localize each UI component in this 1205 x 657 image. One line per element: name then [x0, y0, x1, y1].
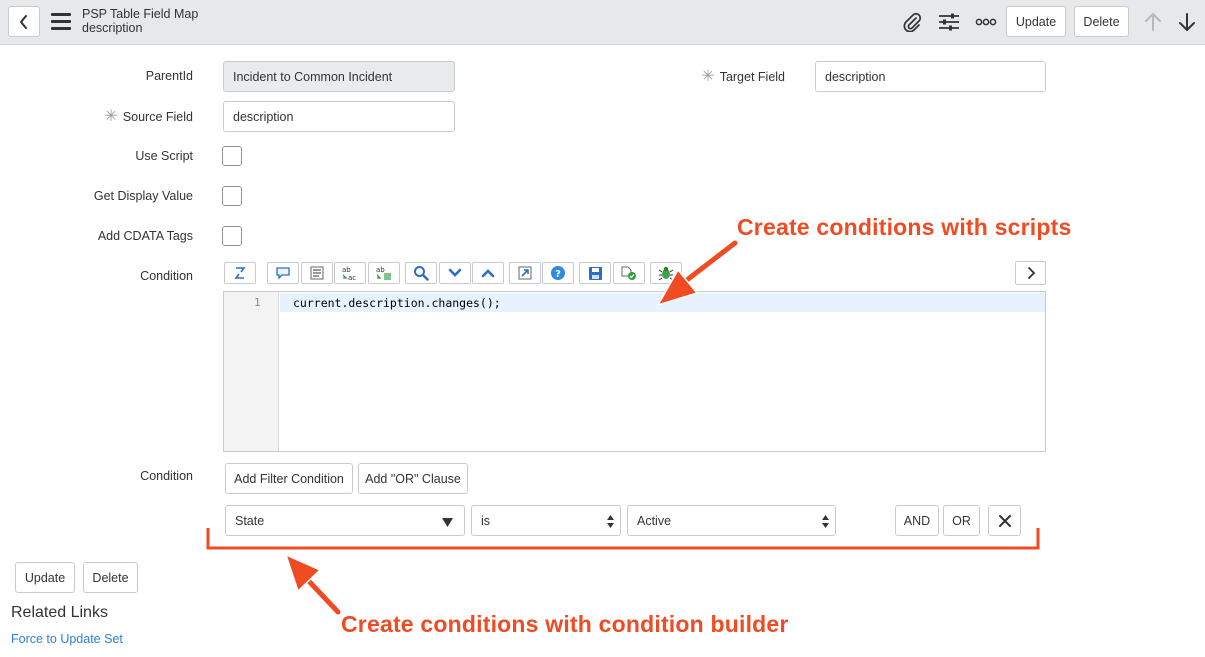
search-icon: [414, 266, 429, 281]
close-icon: [998, 514, 1011, 527]
add-filter-condition-button[interactable]: Add Filter Condition: [225, 463, 353, 494]
add-cdata-tags-checkbox[interactable]: [222, 226, 242, 246]
format-lines-icon: [310, 266, 324, 280]
chevron-down-icon: [448, 268, 462, 277]
fullscreen-button[interactable]: [509, 262, 541, 284]
comment-icon: [276, 267, 290, 280]
syntax-toggle-icon: [234, 267, 246, 279]
paperclip-icon[interactable]: [901, 11, 923, 33]
use-script-label: Use Script: [135, 149, 193, 163]
arrow-up-icon[interactable]: [1142, 10, 1164, 34]
help-icon: ?: [551, 266, 565, 280]
condition-value-select[interactable]: Active: [627, 505, 836, 536]
updown-icon: [607, 515, 614, 528]
replace-button[interactable]: ab ac: [334, 262, 366, 284]
line-number: 1: [254, 296, 261, 309]
target-field-label: ✳ Target Field: [701, 68, 785, 85]
help-button[interactable]: ?: [542, 262, 574, 284]
bug-icon: [658, 266, 674, 281]
script-check-button[interactable]: [613, 262, 645, 284]
condition-script-label: Condition: [140, 269, 193, 283]
source-field-label: ✳ Source Field: [104, 108, 193, 125]
form-title: PSP Table Field Map: [82, 7, 199, 21]
header-update-button[interactable]: Update: [1006, 6, 1066, 37]
use-script-checkbox[interactable]: [222, 146, 242, 166]
or-button[interactable]: OR: [943, 505, 980, 536]
chevron-right-icon: [1027, 267, 1035, 279]
required-asterisk-icon: ✳: [701, 68, 715, 85]
annotation-scripts: Create conditions with scripts: [737, 214, 1072, 240]
get-display-value-label: Get Display Value: [93, 189, 193, 203]
add-cdata-tags-label: Add CDATA Tags: [97, 229, 193, 243]
format-code-button[interactable]: [301, 262, 333, 284]
more-options-icon[interactable]: [975, 15, 997, 29]
header-delete-button[interactable]: Delete: [1074, 6, 1129, 37]
svg-text:ab: ab: [376, 266, 385, 274]
toggle-syntax-button[interactable]: [224, 262, 256, 284]
save-icon: [588, 266, 602, 280]
svg-text:?: ?: [555, 269, 561, 280]
menu-icon[interactable]: [51, 13, 71, 31]
toolbar-expand-button[interactable]: [1015, 261, 1046, 285]
code-line[interactable]: current.description.changes();: [293, 296, 501, 310]
search-button[interactable]: [405, 262, 437, 284]
add-or-clause-button[interactable]: Add "OR" Clause: [358, 463, 468, 494]
chevron-up-icon: [481, 269, 495, 278]
arrow-down-icon[interactable]: [1176, 10, 1198, 34]
parent-id-label: ParentId: [145, 69, 193, 83]
comment-button[interactable]: [267, 262, 299, 284]
condition-builder-label: Condition: [140, 469, 193, 483]
svg-text:ac: ac: [348, 274, 356, 281]
target-field-input[interactable]: description: [815, 61, 1046, 92]
svg-text:ab: ab: [342, 266, 351, 274]
dropdown-triangle-icon: [442, 518, 453, 527]
check-syntax-icon: [621, 266, 636, 280]
and-button[interactable]: AND: [895, 505, 939, 536]
replace-text-icon: abac: [342, 266, 356, 281]
script-editor[interactable]: 1 current.description.changes();: [223, 291, 1046, 452]
find-next-button[interactable]: [439, 262, 471, 284]
find-previous-button[interactable]: [472, 262, 504, 284]
updown-icon: [822, 515, 829, 528]
line-number-gutter: [224, 292, 279, 451]
settings-sliders-icon[interactable]: [937, 11, 961, 33]
annotation-arrow-builder: [284, 553, 343, 617]
required-asterisk-icon: ✳: [104, 108, 118, 125]
parent-id-field: Incident to Common Incident: [223, 61, 455, 92]
script-debugger-button[interactable]: [650, 262, 682, 284]
save-button[interactable]: [579, 262, 611, 284]
back-button[interactable]: [8, 6, 40, 37]
expand-icon: [518, 266, 532, 280]
get-display-value-checkbox[interactable]: [222, 186, 242, 206]
chevron-left-icon: [20, 14, 27, 29]
source-field-input[interactable]: description: [223, 101, 455, 132]
condition-field-select[interactable]: State: [225, 505, 465, 536]
remove-condition-button[interactable]: [988, 505, 1021, 536]
footer-delete-button[interactable]: Delete: [83, 562, 138, 593]
condition-operator-select[interactable]: is: [471, 505, 621, 536]
annotation-builder: Create conditions with condition builder: [341, 611, 789, 637]
record-name: description: [82, 21, 143, 35]
footer-update-button[interactable]: Update: [15, 562, 75, 593]
replace-all-icon: ab: [376, 266, 391, 280]
replace-all-button[interactable]: ab: [368, 262, 400, 284]
force-update-set-link[interactable]: Force to Update Set: [11, 632, 123, 646]
form-header: PSP Table Field Map description Update D…: [0, 0, 1205, 45]
related-links-heading: Related Links: [11, 604, 108, 621]
